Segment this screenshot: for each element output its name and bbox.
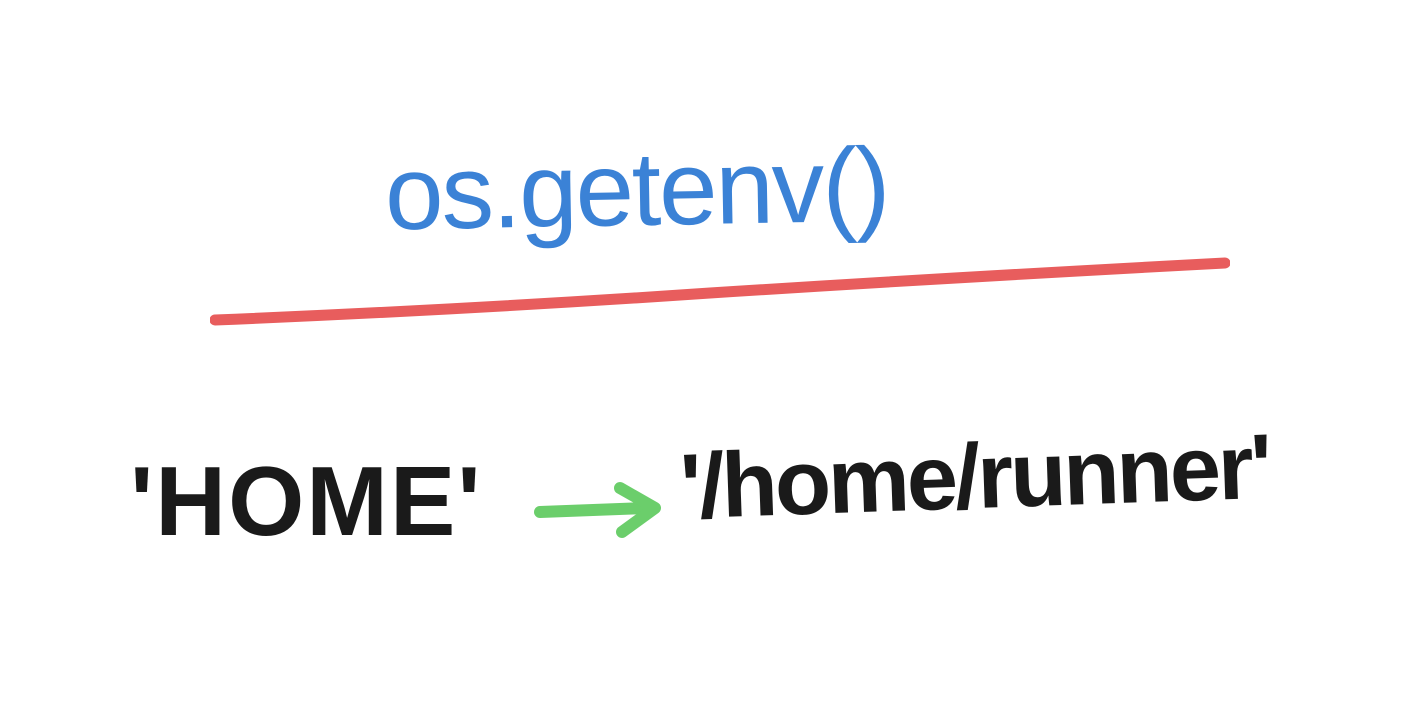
function-title: os.getenv() [384,126,889,255]
input-value: 'HOME' [130,445,483,558]
arrow-icon [530,470,680,550]
output-value: '/home/runner' [678,415,1271,541]
diagram-canvas: os.getenv() 'HOME' '/home/runner' [0,0,1428,718]
underline-stroke [210,255,1230,335]
